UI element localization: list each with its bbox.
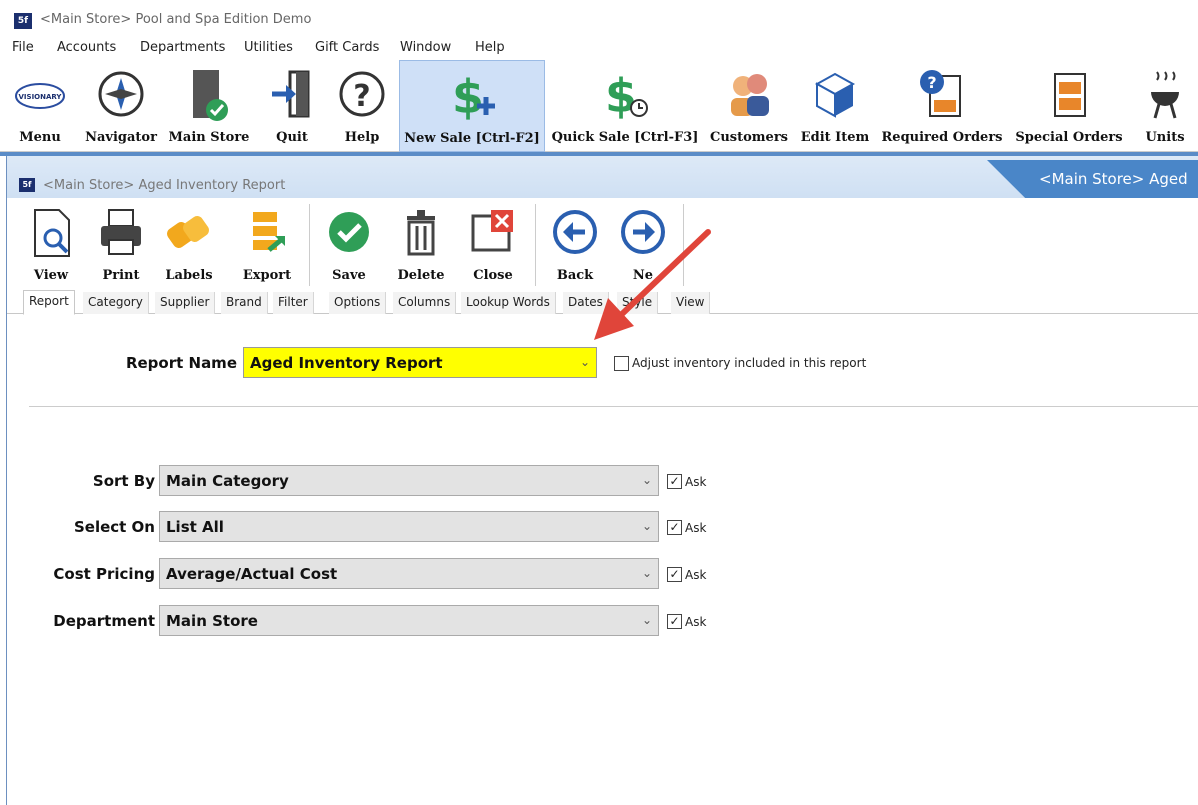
annotation-arrow-icon (594, 229, 711, 340)
